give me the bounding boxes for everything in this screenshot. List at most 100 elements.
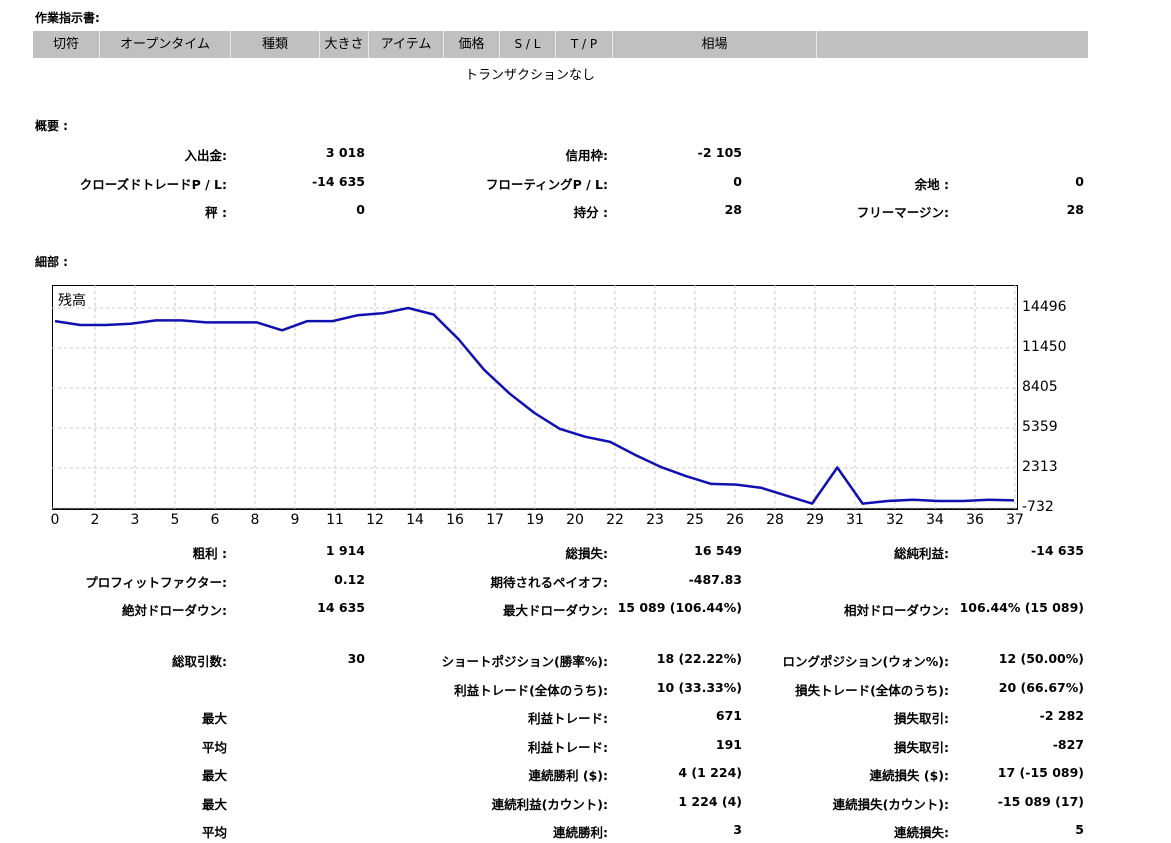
col-sl[interactable]: S / L [500, 31, 556, 58]
details-value-r7-c2: 17 (-15 089) [997, 765, 1084, 780]
details-value-r5-c2: -2 282 [1039, 708, 1084, 723]
details-value-r5-c1: 671 [715, 708, 742, 723]
summary-value-r1-c0: -14 635 [311, 174, 365, 189]
details-value-r3-c0: 30 [347, 651, 365, 666]
details-value-r4-c1: 10 (33.33%) [656, 680, 742, 695]
col-price[interactable]: 価格 [444, 31, 500, 58]
x-tick-label-6: 9 [290, 512, 300, 528]
summary-value-r2-c1: 28 [724, 202, 742, 217]
x-tick-label-15: 23 [646, 512, 664, 528]
summary-label-r2-c2: フリーマージン: [856, 205, 949, 220]
details-label-r9-c1: 連続勝利: [553, 825, 608, 840]
summary-value-r1-c2: 0 [1075, 174, 1084, 189]
orders-section-title: 作業指示書: [35, 11, 100, 25]
x-tick-label-23: 36 [966, 512, 984, 528]
details-value-r6-c2: -827 [1052, 737, 1084, 752]
details-value-r0-c2: -14 635 [1030, 543, 1084, 558]
details-label-r1-c1: 期待されるペイオフ: [490, 575, 609, 590]
details-value-r9-c2: 5 [1075, 822, 1084, 837]
summary-label-r1-c0: クローズドトレードP / L: [79, 177, 227, 192]
details-label-r3-c2: ロングポジション(ウォン%): [782, 654, 949, 669]
summary-section-title: 概要 : [35, 119, 68, 133]
details-value-r2-c0: 14 635 [317, 600, 365, 615]
details-value-r0-c0: 1 914 [325, 543, 365, 558]
col-type[interactable]: 種類 [231, 31, 320, 58]
x-tick-label-5: 8 [250, 512, 260, 528]
summary-label-r2-c1: 持分 : [573, 205, 608, 220]
details-value-r3-c2: 12 (50.00%) [998, 651, 1084, 666]
x-tick-label-22: 34 [926, 512, 944, 528]
x-tick-label-20: 31 [846, 512, 864, 528]
details-label-r0-c2: 総純利益: [894, 546, 949, 561]
x-tick-label-7: 11 [326, 512, 344, 528]
chart-title: 残高 [58, 292, 86, 309]
details-label-r9-c2: 連続損失: [894, 825, 949, 840]
summary-label-r1-c2: 余地 : [914, 177, 949, 192]
summary-label-r0-c1: 信用枠: [565, 148, 609, 163]
y-tick-label-0: 14496 [1022, 299, 1067, 315]
x-tick-label-2: 3 [130, 512, 140, 528]
summary-value-r0-c1: -2 105 [697, 145, 742, 160]
x-tick-label-4: 6 [210, 512, 220, 528]
details-value-r8-c1: 1 224 (4) [678, 794, 742, 809]
details-label-r8-c1: 連続利益(カウント): [491, 797, 608, 812]
col-item[interactable]: アイテム [369, 31, 444, 58]
details-label-r5-c1: 利益トレード: [528, 711, 608, 726]
details-value-r1-c1: -487.83 [688, 572, 742, 587]
col-open-time[interactable]: オープンタイム [100, 31, 231, 58]
x-tick-label-13: 20 [566, 512, 584, 528]
x-tick-label-11: 17 [486, 512, 504, 528]
details-label-r2-c0: 絶対ドローダウン: [122, 603, 227, 618]
details-label-r8-c2: 連続損失(カウント): [832, 797, 949, 812]
x-tick-label-8: 12 [366, 512, 384, 528]
chart-frame [52, 285, 1018, 510]
col-market[interactable]: 相場 [613, 31, 817, 58]
x-tick-label-0: 0 [50, 512, 60, 528]
col-ticket[interactable]: 切符 [33, 31, 100, 58]
summary-value-r2-c2: 28 [1066, 202, 1084, 217]
y-tick-label-4: 2313 [1022, 459, 1058, 475]
x-tick-label-21: 32 [886, 512, 904, 528]
details-value-r0-c1: 16 549 [694, 543, 742, 558]
summary-value-r1-c1: 0 [733, 174, 742, 189]
summary-value-r2-c0: 0 [356, 202, 365, 217]
summary-label-r1-c1: フローティングP / L: [485, 177, 608, 192]
x-tick-label-14: 22 [606, 512, 624, 528]
x-tick-label-9: 14 [406, 512, 424, 528]
details-label-r5-c2: 損失取引: [894, 711, 949, 726]
details-label-r9-c0: 平均 [201, 825, 227, 840]
y-tick-label-3: 5359 [1022, 419, 1058, 435]
details-label-r8-c0: 最大 [201, 797, 227, 812]
details-label-r0-c0: 粗利 : [192, 546, 227, 561]
x-tick-label-3: 5 [170, 512, 180, 528]
details-label-r3-c0: 総取引数: [172, 654, 227, 669]
details-value-r2-c2: 106.44% (15 089) [959, 600, 1084, 615]
details-value-r3-c1: 18 (22.22%) [656, 651, 742, 666]
x-tick-label-16: 25 [686, 512, 704, 528]
col-size[interactable]: 大きさ [320, 31, 369, 58]
x-tick-label-18: 28 [766, 512, 784, 528]
details-value-r1-c0: 0.12 [334, 572, 365, 587]
details-label-r7-c1: 連続勝利 ($): [528, 768, 608, 783]
details-label-r5-c0: 最大 [201, 711, 227, 726]
orders-table-header: 切符 オープンタイム 種類 大きさ アイテム 価格 S / L T / P 相場 [33, 31, 1088, 58]
x-tick-label-17: 26 [726, 512, 744, 528]
x-tick-label-1: 2 [90, 512, 100, 528]
y-tick-label-1: 11450 [1022, 339, 1067, 355]
details-value-r9-c1: 3 [733, 822, 742, 837]
details-label-r4-c1: 利益トレード(全体のうち): [454, 683, 608, 698]
details-label-r0-c1: 総損失: [565, 546, 609, 561]
details-value-r6-c1: 191 [715, 737, 742, 752]
summary-label-r2-c0: 秤 : [205, 205, 227, 220]
details-value-r2-c1: 15 089 (106.44%) [617, 600, 742, 615]
x-tick-label-24: 37 [1006, 512, 1024, 528]
balance-chart: 残高 [52, 285, 1018, 510]
summary-label-r0-c0: 入出金: [184, 148, 228, 163]
y-tick-label-2: 8405 [1022, 379, 1058, 395]
details-label-r4-c2: 損失トレード(全体のうち): [795, 683, 949, 698]
col-tp[interactable]: T / P [556, 31, 613, 58]
details-label-r6-c0: 平均 [201, 740, 227, 755]
details-label-r7-c0: 最大 [201, 768, 227, 783]
details-label-r1-c0: プロフィットファクター: [85, 575, 227, 590]
details-value-r4-c2: 20 (66.67%) [998, 680, 1084, 695]
